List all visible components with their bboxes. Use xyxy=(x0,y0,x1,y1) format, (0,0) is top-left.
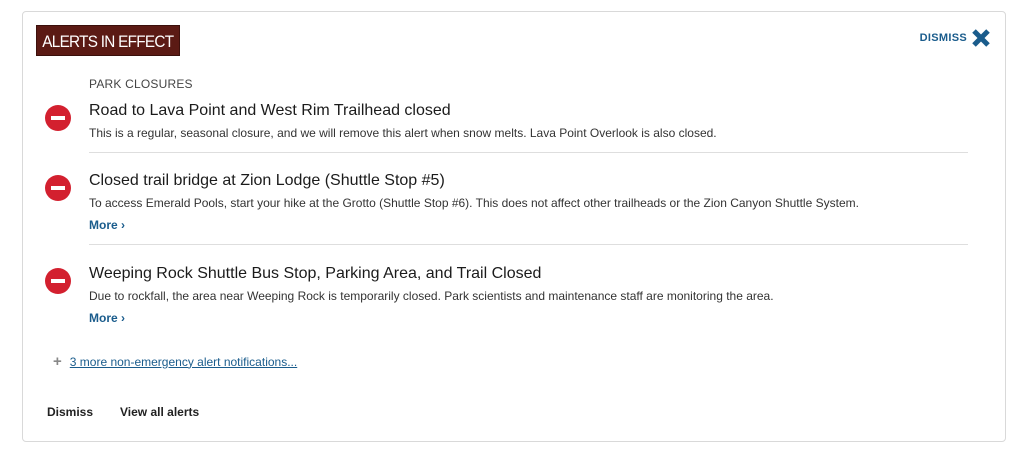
alert-title: Closed trail bridge at Zion Lodge (Shutt… xyxy=(89,172,445,189)
more-link[interactable]: More › xyxy=(89,311,125,325)
alert-title: Weeping Rock Shuttle Bus Stop, Parking A… xyxy=(89,265,542,282)
alert-title: Road to Lava Point and West Rim Trailhea… xyxy=(89,102,451,119)
closure-icon xyxy=(45,175,71,201)
divider xyxy=(89,152,968,153)
plus-icon: + xyxy=(53,353,62,370)
alert-description: This is a regular, seasonal closure, and… xyxy=(89,126,717,140)
category-heading: PARK CLOSURES xyxy=(89,77,193,91)
alert-description: Due to rockfall, the area near Weeping R… xyxy=(89,289,774,303)
close-x-icon xyxy=(972,29,990,47)
view-all-alerts-link[interactable]: View all alerts xyxy=(120,405,199,419)
dismiss-top-label: DISMISS xyxy=(919,32,967,44)
alerts-in-effect-badge: ALERTS IN EFFECT xyxy=(36,25,180,56)
more-link[interactable]: More › xyxy=(89,218,125,232)
alert-description: To access Emerald Pools, start your hike… xyxy=(89,196,859,210)
closure-icon xyxy=(45,268,71,294)
more-notifications-link[interactable]: 3 more non-emergency alert notifications… xyxy=(70,355,297,369)
divider xyxy=(89,244,968,245)
dismiss-top-button[interactable]: DISMISS xyxy=(920,28,991,48)
more-notifications: + 3 more non-emergency alert notificatio… xyxy=(53,354,297,369)
dismiss-button[interactable]: Dismiss xyxy=(47,405,93,419)
closure-icon xyxy=(45,105,71,131)
alerts-panel: ALERTS IN EFFECT DISMISS PARK CLOSURES R… xyxy=(22,11,1006,442)
